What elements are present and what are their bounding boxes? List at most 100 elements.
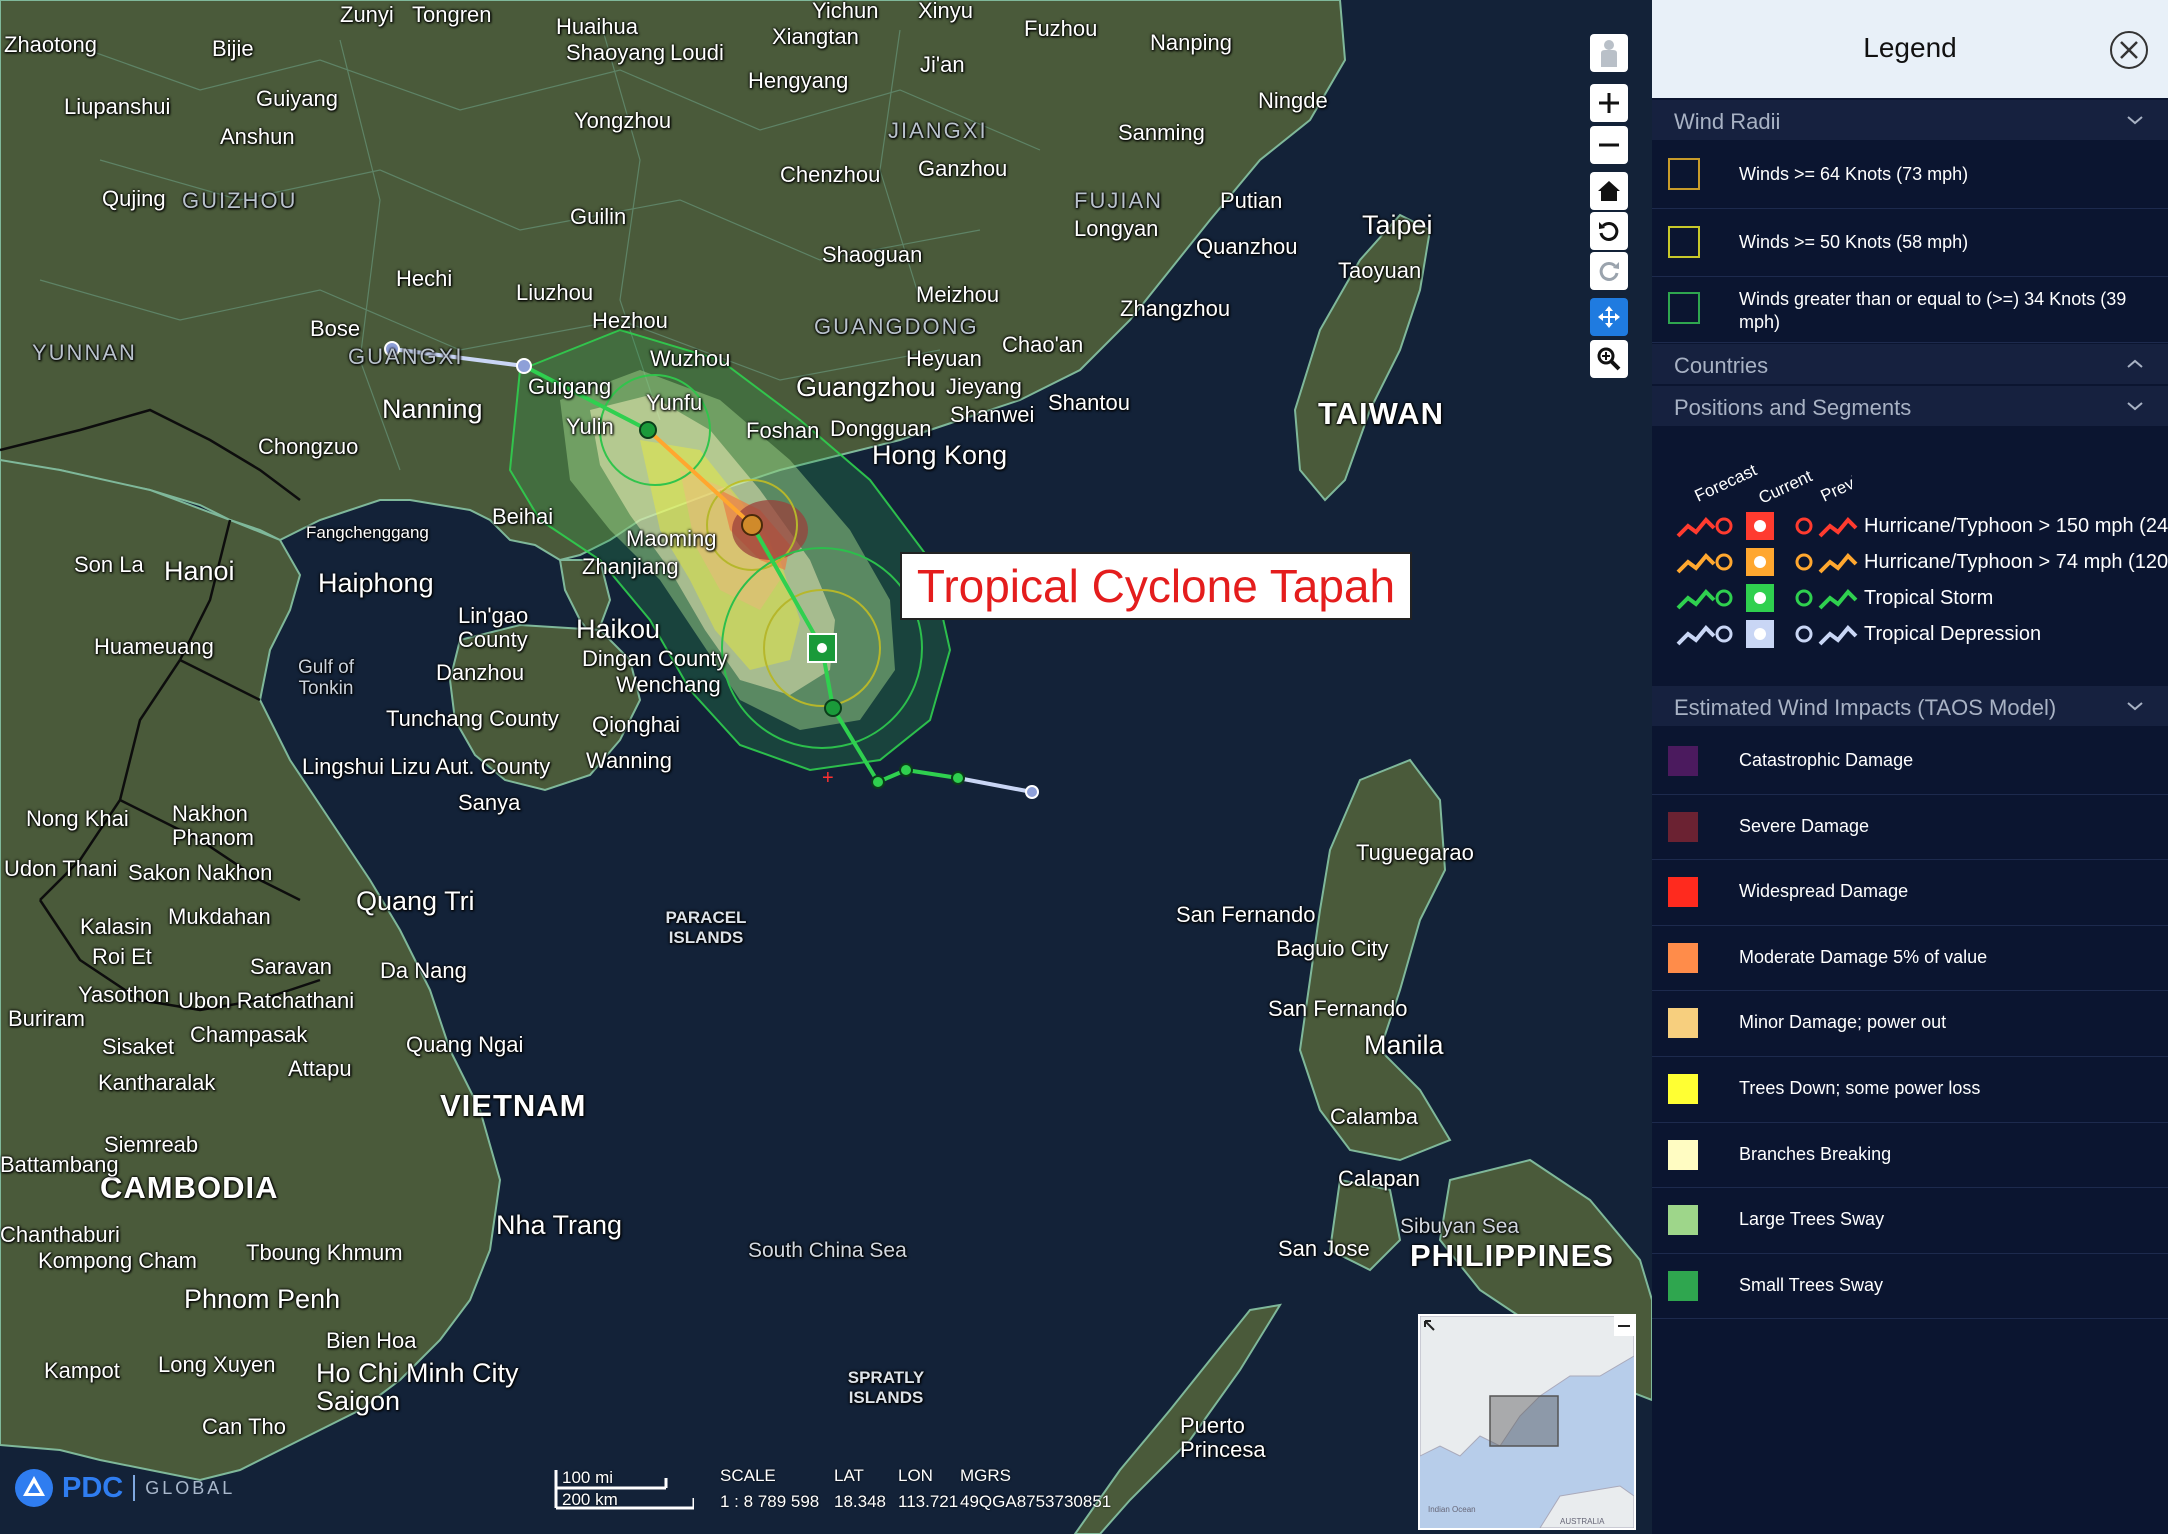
overview-label: AUSTRALIA xyxy=(1560,1517,1605,1526)
position-row-depression: Tropical Depression xyxy=(1652,616,2168,652)
city-label: Puerto Princesa xyxy=(1180,1413,1266,1463)
street-view-button[interactable] xyxy=(1590,34,1628,72)
readout-scale-value: 1 : 8 789 598 xyxy=(720,1492,820,1511)
city-label: Danzhou xyxy=(436,660,525,685)
wind-impact-label: Small Trees Sway xyxy=(1739,1274,1884,1295)
city-label: Yulin xyxy=(566,414,614,439)
city-label: Bose xyxy=(310,316,361,341)
sea-label: Sibuyan Sea xyxy=(1400,1215,1520,1238)
sea-label: South China Sea xyxy=(748,1239,907,1262)
city-label: Shantou xyxy=(1048,390,1130,415)
city-label: Hanoi xyxy=(164,556,235,586)
zoom-region-button[interactable] xyxy=(1590,340,1628,378)
positions-header-previous: Previous xyxy=(1818,460,1852,505)
province-label: JIANGXI xyxy=(888,118,988,143)
wind-impact-row: Minor Damage; power out xyxy=(1652,990,2168,1057)
zoom-out-button[interactable] xyxy=(1590,126,1628,164)
province-label: GUIZHOU xyxy=(182,188,298,213)
legend-header: Legend xyxy=(1652,0,2168,98)
wind-impact-swatch xyxy=(1668,1205,1698,1236)
position-row-typhoon: Hurricane/Typhoon > 74 mph (120 xyxy=(1652,544,2168,580)
city-label: Kalasin xyxy=(80,914,153,939)
street-view-icon xyxy=(1601,40,1617,67)
zoom-in-button[interactable] xyxy=(1590,84,1628,122)
cursor-cross: + xyxy=(822,767,834,789)
city-label: Roi Et xyxy=(92,944,152,969)
city-label: Taipei xyxy=(1362,210,1433,240)
city-label: Zhanjiang xyxy=(582,554,679,579)
country-label: VIETNAM xyxy=(440,1088,587,1123)
city-label: Chanthaburi xyxy=(0,1222,120,1247)
city-label: Kampot xyxy=(44,1358,120,1383)
track-point xyxy=(741,514,763,536)
wind-impact-row: Severe Damage xyxy=(1652,794,2168,861)
position-symbols xyxy=(1676,548,1858,576)
city-label: Ubon Ratchathani xyxy=(178,988,355,1013)
province-label: YUNNAN xyxy=(32,340,137,365)
city-label: Qionghai xyxy=(592,712,681,737)
pdc-logo[interactable]: PDC GLOBAL xyxy=(12,1466,235,1510)
overview-expand-icon[interactable] xyxy=(1422,1318,1442,1338)
wind-impact-swatch xyxy=(1668,877,1698,908)
positions-section-header[interactable]: Positions and Segments xyxy=(1652,386,2168,426)
overview-viewport xyxy=(1489,1395,1559,1447)
wind-radii-section-header[interactable]: Wind Radii xyxy=(1652,100,2168,140)
city-label: Haikou xyxy=(576,614,661,644)
countries-section-header[interactable]: Countries xyxy=(1652,344,2168,384)
home-icon xyxy=(1598,181,1620,201)
legend-title: Legend xyxy=(1863,32,1957,63)
city-label: Battambang xyxy=(0,1152,119,1177)
city-label: Guigang xyxy=(528,374,612,399)
rotate-left-button[interactable] xyxy=(1590,212,1628,250)
logo-separator xyxy=(133,1475,136,1501)
province-label: FUJIAN xyxy=(1074,188,1163,213)
rotate-right-button[interactable] xyxy=(1590,252,1628,290)
chevron-up-icon xyxy=(2127,359,2143,368)
zoom-magnifier-icon xyxy=(1597,347,1621,371)
city-label: Jieyang xyxy=(946,374,1022,399)
pan-button[interactable] xyxy=(1590,298,1628,336)
city-label: Foshan xyxy=(746,418,820,443)
city-label: Sanya xyxy=(458,790,521,815)
city-label: Anshun xyxy=(220,124,295,149)
city-label: Shanwei xyxy=(950,402,1035,427)
wind-impact-label: Catastrophic Damage xyxy=(1739,750,1914,770)
city-label: Lingshui Lizu Aut. County xyxy=(302,754,551,779)
city-label: Heyuan xyxy=(906,346,982,371)
city-label: Xiangtan xyxy=(772,24,859,49)
scale-bar: 100 mi 200 km xyxy=(554,1468,696,1510)
storm-name-label[interactable]: Tropical Cyclone Tapah xyxy=(900,552,1412,620)
track-point xyxy=(871,775,885,789)
position-label: Hurricane/Typhoon > 150 mph (24 xyxy=(1864,515,2168,537)
city-label: Can Tho xyxy=(202,1414,286,1439)
wind-impacts-section-header[interactable]: Estimated Wind Impacts (TAOS Model) xyxy=(1652,686,2168,726)
islands-label: SPRATLY ISLANDS xyxy=(847,1368,925,1407)
city-label: Wenchang xyxy=(616,672,721,697)
city-label: Chao'an xyxy=(1002,332,1084,357)
map-canvas[interactable]: + VIETNAM CAMBODIA TAIWAN PHILIPPINES GU… xyxy=(0,0,1652,1534)
legend-close-button[interactable] xyxy=(2109,30,2149,70)
city-label: Chongzuo xyxy=(258,434,359,459)
city-label: Saravan xyxy=(250,954,332,979)
legend-row: Winds greater than or equal to (>=) 34 K… xyxy=(1652,278,2168,343)
wind-radii-34kt-swatch xyxy=(1668,292,1700,324)
overview-collapse-icon[interactable] xyxy=(1614,1316,1634,1336)
pan-icon xyxy=(1598,306,1620,328)
track-point xyxy=(824,699,842,717)
positions-title: Positions and Segments xyxy=(1674,395,1912,420)
city-label: Calapan xyxy=(1338,1166,1420,1191)
city-label: Nanping xyxy=(1150,30,1232,55)
overview-map[interactable]: Indian Ocean AUSTRALIA xyxy=(1418,1314,1636,1530)
city-label: Loudi xyxy=(670,40,724,65)
city-label: Hezhou xyxy=(592,308,668,333)
wind-impact-swatch xyxy=(1668,1074,1698,1104)
city-label: Yasothon xyxy=(78,982,170,1007)
scale-km: 200 km xyxy=(562,1490,618,1509)
wind-impact-row: Branches Breaking xyxy=(1652,1122,2168,1189)
wind-radii-64kt-swatch xyxy=(1668,158,1700,190)
legend-row-label: Winds >= 64 Knots (73 mph) xyxy=(1739,164,1969,184)
track-point xyxy=(639,421,657,439)
city-label: Ji'an xyxy=(920,52,965,77)
home-button[interactable] xyxy=(1590,172,1628,210)
chevron-down-icon xyxy=(2127,116,2143,125)
